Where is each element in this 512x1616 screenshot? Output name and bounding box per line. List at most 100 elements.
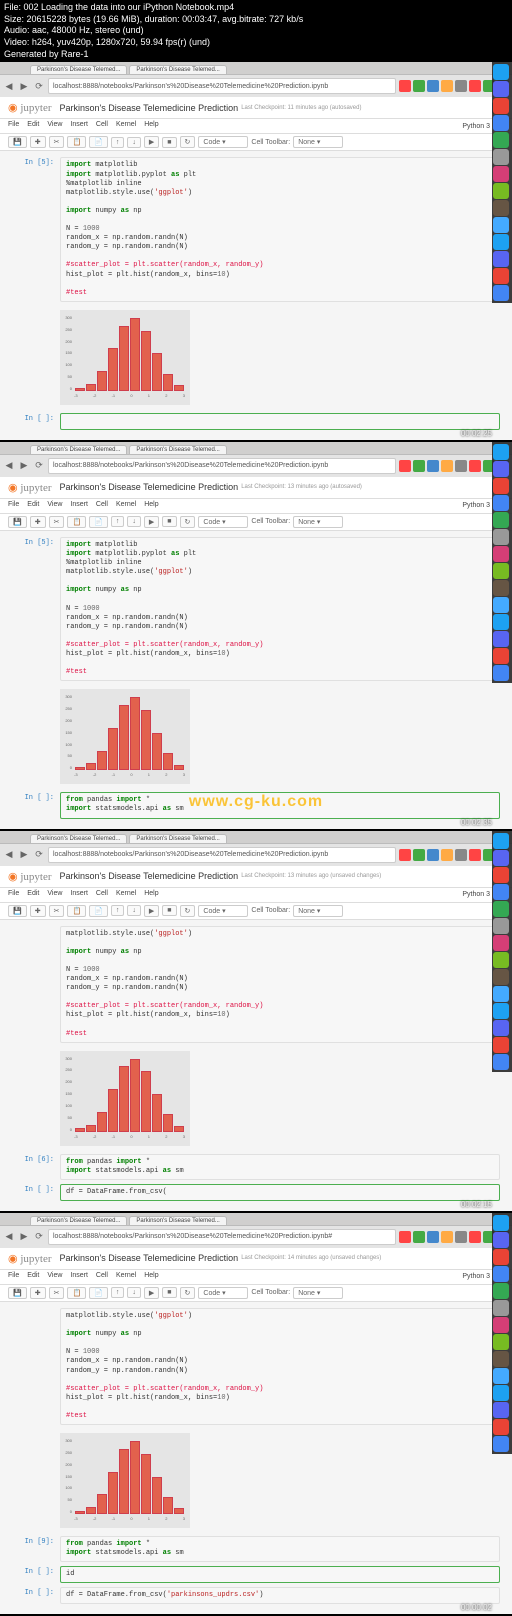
dock-app-icon[interactable] — [493, 918, 509, 934]
copy-button[interactable]: 📋 — [67, 1287, 86, 1299]
jupyter-logo[interactable]: ◉ jupyter — [8, 1252, 52, 1265]
dock-app-icon[interactable] — [493, 251, 509, 267]
reload-button[interactable]: ⟳ — [33, 460, 45, 472]
menu-item[interactable]: File — [8, 501, 19, 511]
cell-type-select[interactable]: Code ▾ — [198, 136, 248, 148]
browser-tab[interactable]: Parkinson's Disease Telemed... — [30, 445, 127, 454]
dock-app-icon[interactable] — [493, 1283, 509, 1299]
code-cell[interactable]: import matplotlib import matplotlib.pypl… — [60, 157, 500, 301]
menu-item[interactable]: Help — [144, 501, 158, 511]
paste-button[interactable]: 📄 — [89, 1287, 108, 1299]
extension-icon[interactable] — [469, 80, 481, 92]
jupyter-logo[interactable]: ◉ jupyter — [8, 870, 52, 883]
address-bar[interactable]: localhost:8888/notebooks/Parkinson's%20D… — [48, 1229, 396, 1245]
cut-button[interactable]: ✂ — [49, 136, 65, 148]
dock-app-icon[interactable] — [493, 285, 509, 301]
dock-app-icon[interactable] — [493, 183, 509, 199]
menu-item[interactable]: Kernel — [116, 1272, 136, 1282]
extension-icon[interactable] — [441, 80, 453, 92]
menu-item[interactable]: Insert — [70, 501, 88, 511]
extension-icon[interactable] — [455, 849, 467, 861]
copy-button[interactable]: 📋 — [67, 136, 86, 148]
dock-app-icon[interactable] — [493, 234, 509, 250]
dock-app-icon[interactable] — [493, 444, 509, 460]
extension-icon[interactable] — [455, 460, 467, 472]
menu-item[interactable]: View — [47, 890, 62, 900]
save-button[interactable]: 💾 — [8, 136, 27, 148]
dock-app-icon[interactable] — [493, 495, 509, 511]
menu-item[interactable]: Edit — [27, 890, 39, 900]
cell-type-select[interactable]: Code ▾ — [198, 1287, 248, 1299]
move-down-button[interactable]: ↓ — [127, 1287, 141, 1298]
code-cell[interactable]: id — [60, 1566, 500, 1583]
notebook-title[interactable]: Parkinson's Disease Telemedicine Predict… — [60, 871, 239, 881]
cell-toolbar-select[interactable]: None ▾ — [293, 136, 343, 148]
stop-button[interactable]: ■ — [162, 1287, 176, 1298]
cell-toolbar-select[interactable]: None ▾ — [293, 516, 343, 528]
dock-app-icon[interactable] — [493, 1368, 509, 1384]
menu-item[interactable]: Cell — [96, 501, 108, 511]
dock-app-icon[interactable] — [493, 1215, 509, 1231]
cell-toolbar-select[interactable]: None ▾ — [293, 1287, 343, 1299]
forward-button[interactable]: ▶ — [18, 460, 30, 472]
stop-button[interactable]: ■ — [162, 905, 176, 916]
extension-icon[interactable] — [399, 460, 411, 472]
dock-app-icon[interactable] — [493, 1266, 509, 1282]
browser-tab[interactable]: Parkinson's Disease Telemed... — [30, 834, 127, 843]
dock-app-icon[interactable] — [493, 1037, 509, 1053]
dock-app-icon[interactable] — [493, 115, 509, 131]
restart-button[interactable]: ↻ — [180, 136, 196, 148]
dock-app-icon[interactable] — [493, 1436, 509, 1452]
add-cell-button[interactable]: ✚ — [30, 516, 46, 528]
cut-button[interactable]: ✂ — [49, 1287, 65, 1299]
notebook-title[interactable]: Parkinson's Disease Telemedicine Predict… — [60, 103, 239, 113]
back-button[interactable]: ◀ — [3, 1231, 15, 1243]
extension-icon[interactable] — [427, 849, 439, 861]
extension-icon[interactable] — [413, 849, 425, 861]
code-cell[interactable]: matplotlib.style.use('ggplot') import nu… — [60, 926, 500, 1043]
dock-app-icon[interactable] — [493, 884, 509, 900]
move-up-button[interactable]: ↑ — [111, 516, 125, 527]
dock-app-icon[interactable] — [493, 1003, 509, 1019]
cut-button[interactable]: ✂ — [49, 905, 65, 917]
back-button[interactable]: ◀ — [3, 460, 15, 472]
copy-button[interactable]: 📋 — [67, 516, 86, 528]
extension-icon[interactable] — [427, 460, 439, 472]
extension-icon[interactable] — [427, 1231, 439, 1243]
restart-button[interactable]: ↻ — [180, 516, 196, 528]
extension-icon[interactable] — [455, 1231, 467, 1243]
menu-item[interactable]: Kernel — [116, 501, 136, 511]
menu-item[interactable]: View — [47, 1272, 62, 1282]
notebook-title[interactable]: Parkinson's Disease Telemedicine Predict… — [60, 482, 239, 492]
code-cell[interactable]: from pandas import * import statsmodels.… — [60, 1154, 500, 1180]
add-cell-button[interactable]: ✚ — [30, 905, 46, 917]
dock-app-icon[interactable] — [493, 1351, 509, 1367]
stop-button[interactable]: ■ — [162, 516, 176, 527]
dock-app-icon[interactable] — [493, 1300, 509, 1316]
extension-icon[interactable] — [399, 849, 411, 861]
kernel-name[interactable]: Python 3 — [462, 123, 490, 130]
kernel-name[interactable]: Python 3 — [462, 502, 490, 509]
extension-icon[interactable] — [413, 460, 425, 472]
extension-icon[interactable] — [413, 1231, 425, 1243]
back-button[interactable]: ◀ — [3, 80, 15, 92]
forward-button[interactable]: ▶ — [18, 849, 30, 861]
dock-app-icon[interactable] — [493, 1020, 509, 1036]
notebook-title[interactable]: Parkinson's Disease Telemedicine Predict… — [60, 1253, 239, 1263]
dock-app-icon[interactable] — [493, 597, 509, 613]
menu-item[interactable]: Help — [144, 121, 158, 131]
reload-button[interactable]: ⟳ — [33, 80, 45, 92]
menu-item[interactable]: Help — [144, 890, 158, 900]
dock-app-icon[interactable] — [493, 833, 509, 849]
browser-tab[interactable]: Parkinson's Disease Telemed... — [129, 1216, 226, 1225]
jupyter-logo[interactable]: ◉ jupyter — [8, 481, 52, 494]
run-button[interactable]: ▶ — [144, 905, 159, 917]
menu-item[interactable]: Edit — [27, 1272, 39, 1282]
menu-item[interactable]: File — [8, 890, 19, 900]
dock-app-icon[interactable] — [493, 614, 509, 630]
copy-button[interactable]: 📋 — [67, 905, 86, 917]
dock-app-icon[interactable] — [493, 512, 509, 528]
forward-button[interactable]: ▶ — [18, 1231, 30, 1243]
extension-icon[interactable] — [441, 1231, 453, 1243]
dock-app-icon[interactable] — [493, 200, 509, 216]
